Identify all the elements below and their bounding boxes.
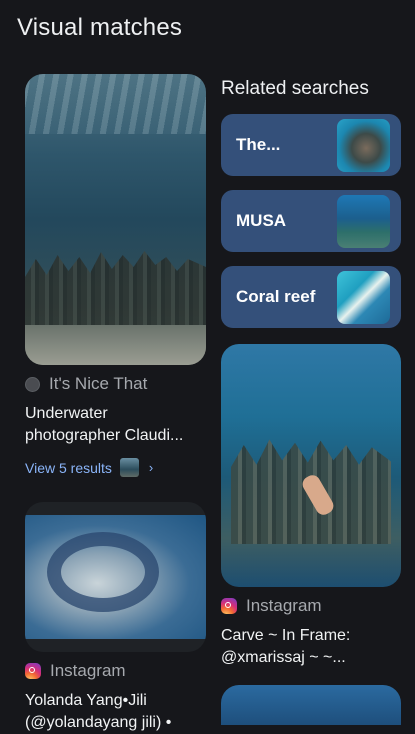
- site-favicon-icon: [25, 376, 40, 392]
- caption-line: Underwater: [25, 405, 108, 422]
- chip-label: MUSA: [236, 211, 287, 230]
- source-name: Instagram: [50, 661, 126, 680]
- chip-thumbnail: [337, 195, 390, 248]
- match-caption[interactable]: Yolanda Yang•Jili (@yolandayang jili) •: [25, 690, 206, 734]
- chevron-right-icon: ›: [148, 460, 154, 475]
- caption-line: @xmarissaj ~ ~...: [221, 649, 346, 666]
- right-column: Related searches The... MUSA Coral reef …: [221, 74, 401, 725]
- match-caption[interactable]: Underwater photographer Claudi...: [25, 403, 206, 447]
- instagram-icon: [221, 598, 237, 614]
- match-image-diver-statues[interactable]: [221, 344, 401, 587]
- chip-label: The...: [236, 135, 281, 154]
- source-name: It's Nice That: [49, 374, 148, 393]
- water-surface: [25, 74, 206, 134]
- page-title: Visual matches: [17, 14, 183, 41]
- view-results-link[interactable]: View 5 results ›: [25, 458, 206, 477]
- chip-thumbnail: [337, 119, 390, 172]
- source-row: Instagram: [221, 596, 401, 616]
- caption-line: Yolanda Yang•Jili: [25, 692, 147, 709]
- related-searches-title: Related searches: [221, 78, 369, 99]
- source-row: Instagram: [25, 661, 206, 681]
- caption-line: photographer Claudi...: [25, 427, 184, 444]
- sea-floor: [25, 325, 206, 365]
- left-column: It's Nice That Underwater photographer C…: [25, 74, 206, 734]
- results-thumbnail: [119, 458, 139, 477]
- match-image-underwater-statues[interactable]: [25, 74, 206, 365]
- view-results-label: View 5 results: [25, 459, 112, 476]
- caption-line: Carve ~ In Frame:: [221, 627, 351, 644]
- visual-match-card[interactable]: Instagram Yolanda Yang•Jili (@yolandayan…: [25, 502, 206, 734]
- chip-thumbnail: [337, 271, 390, 324]
- chip-label: Coral reef: [236, 287, 316, 306]
- related-search-chip-musa[interactable]: MUSA: [221, 190, 401, 252]
- visual-match-card[interactable]: It's Nice That Underwater photographer C…: [25, 74, 206, 477]
- match-image-statue-circle[interactable]: [25, 502, 206, 652]
- instagram-icon: [25, 663, 41, 679]
- visual-matches-panel: Visual matches It's Nice That Underwater…: [0, 0, 415, 731]
- caption-line: (@yolandayang jili) •: [25, 714, 172, 731]
- match-image-partial[interactable]: [221, 685, 401, 725]
- related-search-chip-coral-reef[interactable]: Coral reef: [221, 266, 401, 328]
- match-caption[interactable]: Carve ~ In Frame: @xmarissaj ~ ~...: [221, 625, 401, 669]
- source-name: Instagram: [246, 596, 322, 615]
- statues-silhouette: [25, 251, 206, 337]
- source-row: It's Nice That: [25, 374, 206, 394]
- visual-match-card[interactable]: Instagram Carve ~ In Frame: @xmarissaj ~…: [221, 344, 401, 669]
- related-search-chip-the[interactable]: The...: [221, 114, 401, 176]
- statue-ring: [47, 532, 159, 612]
